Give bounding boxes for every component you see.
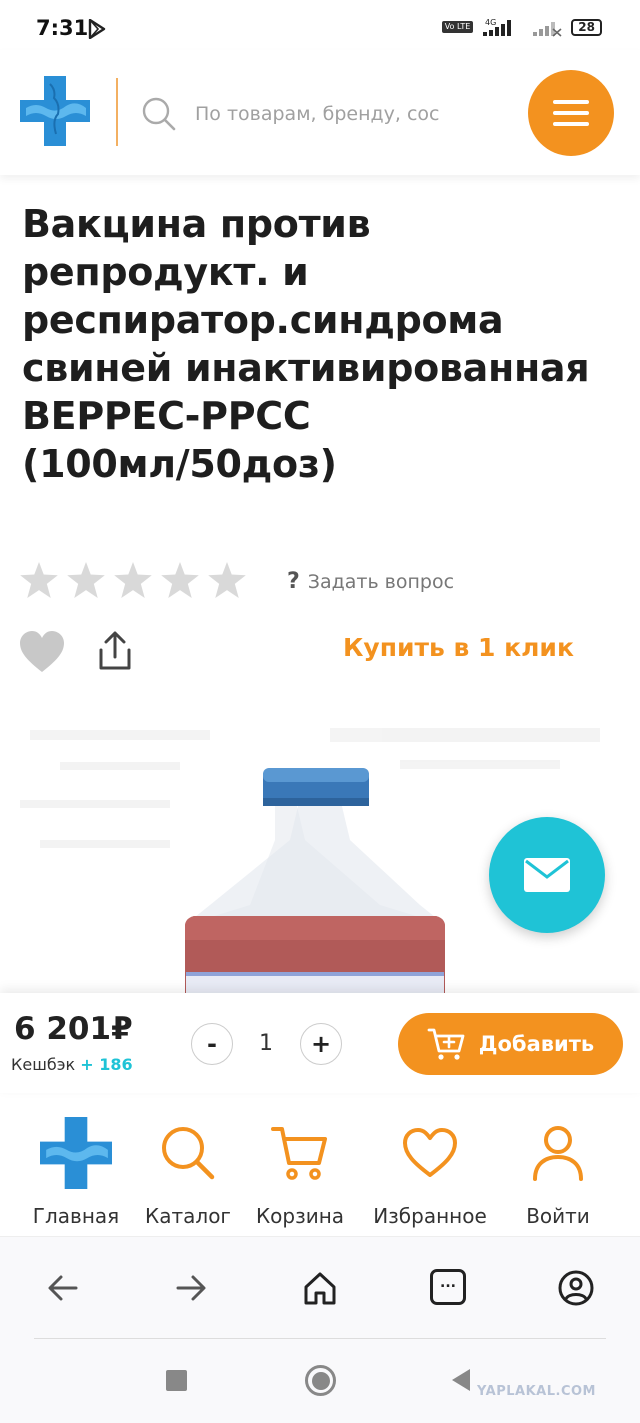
cashback: Кешбэк + 186 [11,1055,133,1074]
cart-icon [271,1127,327,1180]
menu-button[interactable] [528,70,614,156]
status-time: 7:31 [36,16,89,40]
star-icon[interactable] [20,562,58,598]
search-icon[interactable] [141,96,177,132]
price: 6 201₽ [14,1011,133,1047]
rating-stars[interactable] [20,562,246,598]
mail-icon [524,858,570,892]
logo-cross-icon [40,1117,112,1189]
product-title: Вакцина против репродукт. и респиратор.с… [22,202,590,486]
search-icon [162,1127,215,1180]
site-header [0,50,640,175]
ask-question-label: Задать вопрос [307,570,455,593]
android-nav-bar [0,1340,640,1423]
cashback-value: + 186 [80,1055,133,1074]
share-icon[interactable] [96,630,134,672]
price-bar: 6 201₽ Кешбэк + 186 - 1 + Добавить [0,993,640,1093]
browser-divider [34,1338,606,1339]
home-icon[interactable] [302,1267,338,1309]
header-divider [116,78,118,146]
nav-item-login[interactable]: Войти [488,1118,628,1228]
volte-badge: Vo LTE [441,21,474,33]
tabs-icon[interactable]: ... [430,1269,466,1305]
android-home-icon[interactable] [305,1365,336,1396]
cart-add-icon [427,1028,465,1060]
back-arrow-icon[interactable] [46,1267,80,1309]
forward-arrow-icon[interactable] [174,1267,208,1309]
status-indicators: Vo LTE 4G 28 [441,17,602,37]
quantity-plus-button[interactable]: + [300,1023,342,1065]
buy-one-click-button[interactable]: Купить в 1 клик [343,633,574,662]
nav-item-cart[interactable]: Корзина [230,1118,370,1228]
user-icon [533,1126,583,1181]
android-back-icon[interactable] [450,1368,472,1392]
svg-text:4G: 4G [485,18,496,27]
profile-icon[interactable] [556,1267,596,1309]
status-bar: 7:31 Vo LTE 4G 28 [0,0,640,50]
nav-item-favorites[interactable]: Избранное [360,1118,500,1228]
nav-label: Корзина [255,1204,345,1228]
add-button-label: Добавить [478,1032,595,1056]
search-input[interactable] [195,94,495,134]
add-to-cart-button[interactable]: Добавить [398,1013,623,1075]
bottom-nav: Главная Каталог Корзина Избранное Войти [0,1100,640,1236]
heart-icon[interactable] [18,630,66,674]
signal-weak-icon [533,22,562,37]
heart-icon [403,1128,457,1177]
hamburger-icon [553,122,589,126]
ask-question-link[interactable]: ? Задать вопрос [287,569,454,594]
question-mark-icon: ? [287,569,300,594]
star-icon[interactable] [114,562,152,598]
star-icon[interactable] [161,562,199,598]
quantity-minus-button[interactable]: - [191,1023,233,1065]
nav-label: Каталог [145,1204,231,1228]
hamburger-icon [553,100,589,104]
battery-indicator: 28 [571,18,602,36]
watermark: YAPLAKAL.COM [477,1384,596,1399]
star-icon[interactable] [208,562,246,598]
recent-apps-icon[interactable] [166,1370,187,1391]
logo-cross-icon[interactable] [20,76,90,146]
hamburger-icon [553,111,589,115]
nav-label: Избранное [373,1204,487,1228]
nav-label: Войти [526,1204,590,1228]
quantity-value[interactable]: 1 [254,1031,278,1056]
browser-toolbar: ... [0,1236,640,1340]
signal-4g-icon: 4G [483,18,512,36]
cashback-label: Кешбэк [11,1055,76,1074]
play-store-icon [88,19,106,39]
mail-button[interactable] [489,817,605,933]
nav-label: Главная [32,1204,120,1228]
star-icon[interactable] [67,562,105,598]
